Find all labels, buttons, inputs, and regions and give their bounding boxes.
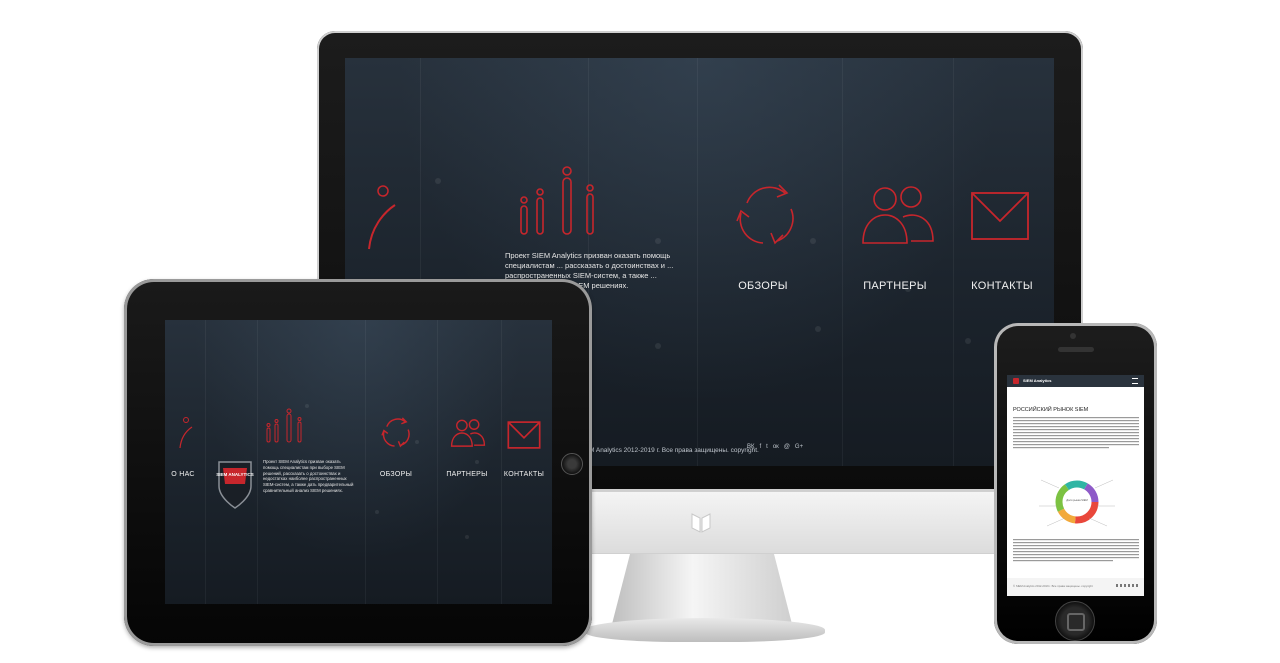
tablet-screen: О НАС SIEM ANALYTICS Проект SIEM Analyti… (165, 320, 552, 604)
phone-market-donut-chart (1039, 479, 1115, 527)
phone-screen: SIEM Analytics РОССИЙСКИЙ РЫНОК SIEM Дол… (1007, 375, 1144, 596)
phone-menu-icon[interactable] (1132, 378, 1138, 384)
nav-about[interactable]: О НАС (165, 471, 201, 478)
stats-bars-icon (520, 166, 594, 235)
stats-bars-icon (266, 408, 302, 443)
tablet-device: О НАС SIEM ANALYTICS Проект SIEM Analyti… (124, 279, 592, 646)
phone-camera (1070, 333, 1076, 339)
envelope-icon[interactable] (970, 191, 1030, 241)
nav-contacts[interactable]: КОНТАКТЫ (957, 280, 1047, 292)
nav-contacts[interactable]: КОНТАКТЫ (499, 471, 549, 478)
brand-logo-icon (691, 513, 711, 533)
siem-badge-text: SIEM ANALYTICS (216, 472, 254, 477)
partners-people-icon[interactable] (857, 183, 939, 247)
social-icons: ВК f t ок @ G+ (747, 444, 803, 450)
phone-site-header: SIEM Analytics (1007, 375, 1144, 387)
phone-footer: © SIEM Analytics 2012-2019 г. Все права … (1007, 578, 1144, 596)
facebook-icon[interactable]: f (760, 444, 762, 450)
mailru-icon[interactable]: @ (784, 444, 790, 450)
refresh-cycle-icon[interactable] (380, 416, 414, 448)
phone-logo-icon (1013, 378, 1019, 384)
odnoklassniki-icon[interactable]: ок (773, 444, 779, 450)
phone-chart-center-label: Доля рынка SIEM (1066, 499, 1088, 502)
phone-heading: РОССИЙСКИЙ РЫНОК SIEM (1013, 407, 1089, 413)
about-person-icon[interactable] (365, 183, 401, 253)
phone-social-icons (1116, 584, 1138, 587)
phone-home-button[interactable] (1055, 601, 1095, 641)
monitor-stand-neck (612, 554, 792, 624)
phone-paragraph-2 (1013, 539, 1139, 562)
tablet-home-button[interactable] (561, 453, 583, 475)
tablet-intro-text: Проект SIEM Analytics призван оказать по… (263, 459, 354, 493)
phone-paragraph (1013, 417, 1139, 449)
phone-header-brand: SIEM Analytics (1023, 378, 1052, 383)
siem-shield-badge-icon (218, 461, 252, 509)
vk-icon[interactable]: ВК (747, 444, 755, 450)
envelope-icon[interactable] (507, 421, 541, 449)
nav-reviews[interactable]: ОБЗОРЫ (723, 280, 803, 292)
phone-device: SIEM Analytics РОССИЙСКИЙ РЫНОК SIEM Дол… (994, 323, 1157, 644)
desktop-footer-copyright: M Analytics 2012-2019 г. Все права защищ… (589, 447, 759, 454)
twitter-icon[interactable]: t (766, 444, 768, 450)
partners-people-icon[interactable] (448, 418, 488, 448)
nav-partners[interactable]: ПАРТНЕРЫ (845, 280, 945, 292)
phone-copyright: © SIEM Analytics 2012-2019 г. Все права … (1013, 584, 1093, 588)
google-plus-icon[interactable]: G+ (795, 444, 803, 450)
nav-reviews[interactable]: ОБЗОРЫ (371, 471, 421, 478)
nav-partners[interactable]: ПАРТНЕРЫ (441, 471, 493, 478)
monitor-stand-base (585, 618, 825, 642)
refresh-cycle-icon[interactable] (733, 181, 803, 247)
about-person-icon[interactable] (177, 416, 195, 450)
phone-speaker (1058, 347, 1094, 352)
